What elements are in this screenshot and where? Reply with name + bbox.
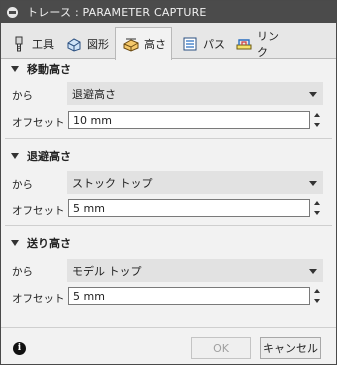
- section-clearance-height[interactable]: 移動高さ: [1, 60, 336, 78]
- tab-linking[interactable]: リンク: [228, 27, 286, 59]
- from-label: から: [12, 266, 33, 278]
- clearance-from-select[interactable]: 退避高さ: [67, 82, 323, 105]
- tab-heights[interactable]: 高さ: [115, 27, 172, 60]
- dialog-title: トレース : PARAMETER CAPTURE: [27, 6, 207, 19]
- select-value: 退避高さ: [72, 87, 116, 101]
- geometry-icon: [65, 35, 83, 53]
- retract-offset-field[interactable]: 5 mm: [68, 199, 310, 217]
- chevron-down-icon: [309, 181, 317, 186]
- collapse-caret-icon[interactable]: [11, 66, 19, 72]
- ok-button[interactable]: OK: [191, 337, 251, 359]
- from-label: から: [12, 179, 33, 191]
- tab-heights-label: 高さ: [144, 38, 166, 51]
- offset-label: オフセット: [12, 205, 65, 217]
- field-value: 10 mm: [73, 113, 112, 127]
- heights-icon: [122, 35, 140, 53]
- section-divider: [5, 225, 332, 226]
- section-title: 送り高さ: [27, 237, 71, 250]
- info-icon[interactable]: i: [13, 342, 26, 355]
- section-retract-height[interactable]: 退避高さ: [1, 147, 336, 165]
- clearance-offset-field[interactable]: 10 mm: [68, 111, 310, 129]
- field-value: 5 mm: [73, 289, 105, 303]
- tab-geometry-label: 図形: [87, 37, 109, 51]
- collapse-caret-icon[interactable]: [11, 153, 19, 159]
- tab-tool[interactable]: 工具: [3, 27, 56, 59]
- tab-bar: 工具 図形 高さ パス リンク: [1, 23, 336, 60]
- chevron-down-icon: [309, 269, 317, 274]
- collapse-caret-icon[interactable]: [11, 240, 19, 246]
- tab-geometry[interactable]: 図形: [58, 27, 113, 59]
- stepper-down-icon[interactable]: [314, 123, 320, 127]
- cancel-button[interactable]: キャンセル: [260, 337, 321, 359]
- tab-passes[interactable]: パス: [174, 27, 226, 59]
- stepper-up-icon[interactable]: [314, 201, 320, 205]
- retract-offset-stepper[interactable]: [312, 199, 322, 217]
- clearance-offset-stepper[interactable]: [312, 111, 322, 129]
- offset-label: オフセット: [12, 293, 65, 305]
- stepper-up-icon[interactable]: [314, 289, 320, 293]
- tool-icon: [10, 35, 28, 53]
- chevron-down-icon: [309, 92, 317, 97]
- trace-dialog: トレース : PARAMETER CAPTURE 工具 図形 高さ パス リンク…: [0, 0, 337, 365]
- stepper-down-icon[interactable]: [314, 299, 320, 303]
- select-value: ストック トップ: [72, 176, 153, 190]
- tab-passes-label: パス: [203, 37, 225, 51]
- section-divider: [5, 138, 332, 139]
- section-feed-height[interactable]: 送り高さ: [1, 234, 336, 252]
- retract-from-select[interactable]: ストック トップ: [67, 171, 323, 194]
- linking-icon: [235, 35, 253, 53]
- collapse-icon[interactable]: [7, 6, 18, 18]
- from-label: から: [12, 90, 33, 102]
- offset-label: オフセット: [12, 117, 65, 129]
- tab-linking-label: リンク: [257, 29, 279, 59]
- stepper-up-icon[interactable]: [314, 113, 320, 117]
- feed-from-select[interactable]: モデル トップ: [67, 259, 323, 282]
- tab-tool-label: 工具: [32, 37, 54, 51]
- footer-divider: [1, 327, 336, 328]
- section-title: 退避高さ: [27, 150, 71, 163]
- select-value: モデル トップ: [72, 264, 142, 278]
- section-title: 移動高さ: [27, 63, 71, 76]
- feed-offset-stepper[interactable]: [312, 287, 322, 305]
- passes-icon: [181, 35, 199, 53]
- field-value: 5 mm: [73, 201, 105, 215]
- stepper-down-icon[interactable]: [314, 211, 320, 215]
- title-bar[interactable]: トレース : PARAMETER CAPTURE: [1, 1, 336, 23]
- feed-offset-field[interactable]: 5 mm: [68, 287, 310, 305]
